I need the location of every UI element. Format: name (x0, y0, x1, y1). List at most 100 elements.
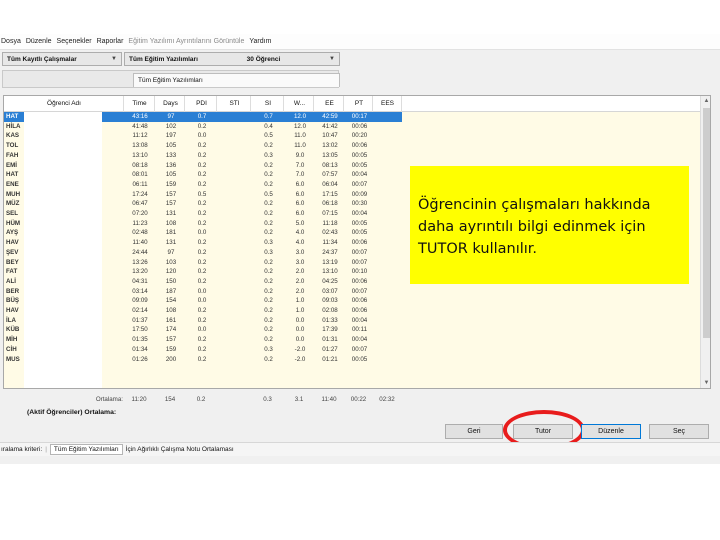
menu-item[interactable]: Seçenekler (57, 38, 92, 45)
back-button[interactable]: Geri (445, 424, 503, 439)
menu-item[interactable]: Düzenle (26, 38, 52, 45)
column-header[interactable]: PDI (187, 96, 217, 112)
table-cell: 157 (165, 200, 177, 208)
table-cell: 0.7 (264, 113, 273, 120)
table-cell: 6.0 (295, 200, 305, 208)
column-header[interactable]: Days (157, 96, 185, 112)
table-cell (219, 287, 251, 297)
table-cell: 00:30 (351, 200, 368, 208)
table-cell (374, 287, 402, 297)
table-cell: 150 (165, 277, 177, 285)
table-cell (374, 306, 402, 316)
table-cell: 6.0 (295, 180, 305, 188)
table-cell: 02:48 (132, 229, 148, 237)
scope-dropdown-label: Tüm Kayıtlı Çalışmalar (7, 55, 77, 63)
column-header[interactable]: SI (253, 96, 284, 112)
table-cell: 00:06 (351, 239, 368, 247)
table-cell: 181 (165, 229, 177, 237)
table-cell: 0.2 (264, 142, 273, 150)
table-cell (219, 335, 251, 345)
table-cell: 13:02 (322, 142, 338, 150)
table-cell: 161 (165, 316, 177, 324)
column-header[interactable]: EE (316, 96, 344, 112)
table-cell (374, 131, 402, 141)
average-value: 02:32 (379, 396, 395, 403)
menu-item[interactable]: Yardım (249, 38, 271, 45)
chevron-down-icon: ▼ (329, 56, 335, 62)
scroll-down-icon[interactable]: ▼ (701, 378, 710, 388)
average-value: 154 (164, 396, 176, 403)
menu-item[interactable]: Dosya (1, 38, 21, 45)
table-cell: 0.2 (197, 171, 207, 179)
table-cell: 0.5 (264, 190, 273, 198)
table-cell: 00:05 (351, 161, 368, 169)
table-cell: 6.0 (295, 210, 305, 217)
table-cell (374, 151, 402, 161)
table-cell: 04:25 (322, 277, 338, 285)
table-cell: 9.0 (295, 151, 305, 159)
table-cell (219, 170, 251, 180)
column-header[interactable]: W... (286, 96, 314, 112)
table-cell: 11:12 (132, 132, 148, 140)
table-cell: 6.0 (295, 190, 305, 198)
table-cell: 13:20 (132, 268, 148, 276)
table-cell: 00:04 (351, 210, 368, 217)
table-cell: 0.2 (197, 355, 207, 363)
edit-button[interactable]: Düzenle (581, 424, 641, 439)
tutor-button[interactable]: Tutor (513, 424, 573, 439)
separator: | (45, 446, 47, 453)
table-cell: 03:14 (132, 287, 148, 295)
table-cell: 00:04 (351, 316, 368, 324)
select-button[interactable]: Seç (649, 424, 709, 439)
menu-item[interactable]: Raporlar (97, 38, 124, 45)
table-cell: -2.0 (294, 355, 306, 363)
column-header[interactable]: PT (346, 96, 373, 112)
menu-item[interactable]: Eğitim Yazılımı Ayrıntılarını Görüntüle (128, 38, 244, 45)
table-cell: 00:06 (351, 122, 368, 130)
table-cell (219, 141, 251, 151)
table-cell: 0.3 (264, 151, 273, 159)
scroll-up-icon[interactable]: ▲ (701, 96, 710, 106)
callout-text: Öğrencinin çalışmaları hakkında daha ayr… (418, 197, 651, 257)
scroll-thumb[interactable] (703, 108, 710, 338)
table-cell (219, 238, 251, 248)
table-cell: 09:03 (322, 297, 338, 305)
table-cell: 06:04 (322, 180, 338, 188)
table-cell (219, 316, 251, 326)
tab-all-software[interactable]: Tüm Eğitim Yazılımları (133, 73, 340, 87)
column-header[interactable]: Time (125, 96, 155, 112)
software-dropdown[interactable]: Tüm Eğitim Yazılımları 30 Öğrenci ▼ (124, 52, 340, 66)
table-cell: 2.0 (295, 277, 305, 285)
column-header[interactable]: EES (374, 96, 402, 112)
table-cell: 103 (165, 258, 177, 266)
table-cell (219, 267, 251, 277)
table-cell: 06:18 (322, 200, 338, 208)
vertical-scrollbar[interactable]: ▲ ▼ (700, 96, 710, 388)
table-cell: 1.0 (295, 307, 305, 314)
table-cell: 00:07 (351, 180, 368, 188)
toolbar: Tüm Kayıtlı Çalışmalar ▼ Tüm Eğitim Yazı… (0, 52, 340, 66)
table-cell: 43:16 (132, 113, 148, 120)
table-cell: 7.0 (295, 171, 305, 179)
table-cell (219, 180, 251, 190)
column-header[interactable]: Öğrenci Adı (5, 96, 124, 112)
table-cell: 13:08 (132, 142, 148, 150)
table-cell: 12.0 (293, 122, 307, 130)
column-header[interactable]: STI (219, 96, 251, 112)
sort-criteria-combo[interactable]: Tüm Eğitim Yazılımları (49, 444, 123, 455)
table-cell: 0.2 (197, 239, 207, 247)
table-cell: 0.3 (264, 345, 273, 353)
table-cell: 0.0 (197, 297, 207, 305)
table-cell: 11:34 (322, 239, 338, 247)
table-cell: 0.2 (197, 210, 207, 217)
table-cell: 4.0 (295, 229, 305, 237)
table-cell: 0.2 (197, 122, 207, 130)
sort-criteria-value: Tüm Eğitim Yazılımları (53, 446, 119, 453)
name-column-mask (24, 112, 102, 388)
table-cell (374, 316, 402, 326)
table-cell: 02:43 (322, 229, 338, 237)
scope-dropdown[interactable]: Tüm Kayıtlı Çalışmalar ▼ (2, 52, 122, 66)
table-cell: 13:10 (322, 268, 338, 276)
table-cell: 01:26 (132, 355, 148, 363)
table-cell (374, 325, 402, 335)
